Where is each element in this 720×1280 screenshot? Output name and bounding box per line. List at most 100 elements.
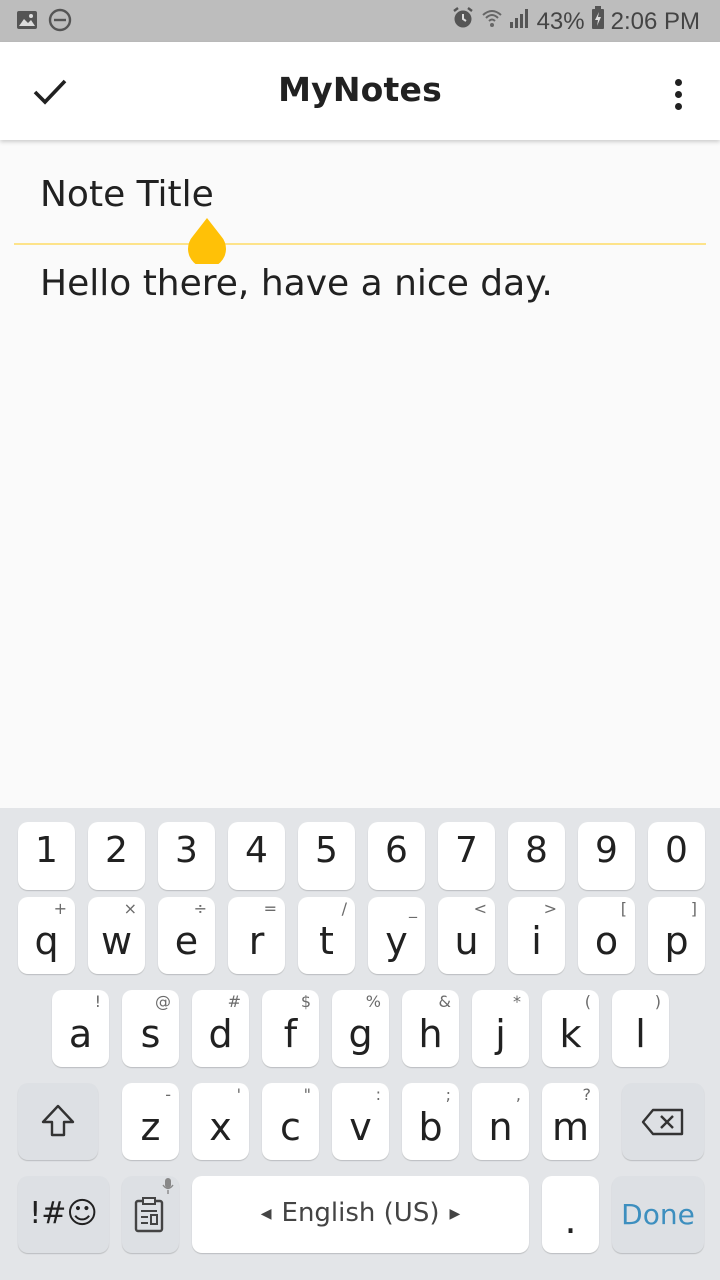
letter-key-i[interactable]: > i [508, 897, 565, 974]
battery-percent: 43% [536, 7, 585, 35]
mic-icon [162, 1178, 174, 1194]
letter-key-t[interactable]: / t [298, 897, 355, 974]
key-label: j [495, 1012, 506, 1056]
letter-key-m[interactable]: ? m [542, 1083, 599, 1160]
period-key[interactable]: . [542, 1176, 599, 1253]
key-label: q [34, 919, 59, 963]
number-key-0[interactable]: 0 [648, 822, 705, 890]
letter-key-g[interactable]: % g [332, 990, 389, 1067]
letter-key-y[interactable]: _ y [368, 897, 425, 974]
symbols-label: !#☺ [29, 1196, 98, 1231]
letter-key-w[interactable]: × w [88, 897, 145, 974]
key-hint: : [375, 1085, 381, 1104]
text-cursor-handle[interactable] [187, 218, 227, 268]
backspace-key[interactable] [622, 1083, 704, 1160]
letter-key-e[interactable]: ÷ e [158, 897, 215, 974]
key-label: t [319, 919, 334, 963]
number-key-7[interactable]: 7 [438, 822, 495, 890]
number-key-6[interactable]: 6 [368, 822, 425, 890]
key-hint: ÷ [193, 899, 207, 918]
number-key-8[interactable]: 8 [508, 822, 565, 890]
key-label: y [385, 919, 408, 963]
key-label: n [488, 1105, 513, 1149]
status-left [16, 8, 72, 37]
key-label: 1 [35, 830, 58, 871]
key-label: g [348, 1012, 373, 1056]
more-vert-icon [674, 78, 682, 86]
right-arrow-icon: ▶ [449, 1205, 461, 1222]
key-hint: [ [620, 899, 627, 918]
note-title-input[interactable]: Note Title [40, 174, 214, 215]
letter-key-o[interactable]: [o [578, 897, 635, 974]
letter-key-a[interactable]: ! a [52, 990, 109, 1067]
title-underline [14, 243, 706, 245]
done-key[interactable]: Done [612, 1176, 704, 1253]
shift-key[interactable] [18, 1083, 98, 1160]
key-label: l [635, 1012, 646, 1056]
letter-key-j[interactable]: * j [472, 990, 529, 1067]
key-hint: / [341, 899, 347, 918]
letter-key-z[interactable]: -z [122, 1083, 179, 1160]
letter-key-n[interactable]: ,n [472, 1083, 529, 1160]
signal-icon [509, 7, 531, 36]
number-key-1[interactable]: 1 [18, 822, 75, 890]
key-label: r [248, 919, 265, 963]
key-hint: * [513, 992, 521, 1011]
clipboard-key[interactable] [122, 1176, 179, 1253]
app-bar: MyNotes [0, 42, 720, 140]
letter-key-k[interactable]: (k [542, 990, 599, 1067]
key-label: v [349, 1105, 372, 1149]
key-label: i [531, 919, 542, 963]
key-label: 7 [455, 830, 478, 871]
wifi-icon [481, 7, 503, 36]
letter-key-p[interactable]: ] p [648, 897, 705, 974]
key-label: a [68, 1012, 93, 1056]
key-label: x [209, 1105, 232, 1149]
period-label: . [564, 1198, 577, 1242]
letter-key-s[interactable]: @ s [122, 990, 179, 1067]
soft-keyboard: !#☺ ◀ English (US) ▶ . Done 1 2 3 4 5 6 7 8 9 0 + q × w… [0, 808, 720, 1280]
left-arrow-icon: ◀ [260, 1205, 272, 1222]
backspace-icon [641, 1108, 684, 1136]
battery-charging-icon [591, 6, 605, 37]
number-key-4[interactable]: 4 [228, 822, 285, 890]
key-hint: - [165, 1085, 171, 1104]
space-key[interactable]: ◀ English (US) ▶ [192, 1176, 529, 1253]
letter-key-l[interactable]: ) l [612, 990, 669, 1067]
letter-key-h[interactable]: & h [402, 990, 459, 1067]
app-title: MyNotes [278, 70, 442, 109]
key-hint: @ [155, 992, 171, 1011]
letter-key-c[interactable]: " c [262, 1083, 319, 1160]
symbols-key[interactable]: !#☺ [18, 1176, 109, 1253]
image-icon [16, 10, 38, 35]
number-key-3[interactable]: 3 [158, 822, 215, 890]
letter-key-x[interactable]: ' x [192, 1083, 249, 1160]
key-label: o [594, 919, 619, 963]
key-hint: ) [654, 992, 661, 1011]
key-hint: ' [236, 1085, 241, 1104]
letter-key-v[interactable]: :v [332, 1083, 389, 1160]
key-label: z [140, 1105, 161, 1149]
key-hint: & [438, 992, 451, 1011]
number-key-5[interactable]: 5 [298, 822, 355, 890]
key-label: p [664, 919, 689, 963]
note-body-input[interactable]: Hello there, have a nice day. [40, 263, 553, 304]
key-hint: # [227, 992, 241, 1011]
key-label: k [559, 1012, 582, 1056]
key-label: h [418, 1012, 443, 1056]
key-label: c [280, 1105, 301, 1149]
key-label: 8 [525, 830, 548, 871]
key-hint: , [515, 1085, 521, 1104]
alarm-icon [451, 6, 475, 37]
number-key-2[interactable]: 2 [88, 822, 145, 890]
letter-key-b[interactable]: ; b [402, 1083, 459, 1160]
done-label: Done [621, 1198, 695, 1231]
letter-key-r[interactable]: = r [228, 897, 285, 974]
letter-key-d[interactable]: # d [192, 990, 249, 1067]
more-options-button[interactable] [660, 68, 696, 120]
number-key-9[interactable]: 9 [578, 822, 635, 890]
letter-key-u[interactable]: < u [438, 897, 495, 974]
letter-key-q[interactable]: + q [18, 897, 75, 974]
key-hint: ? [582, 1085, 592, 1104]
letter-key-f[interactable]: $ f [262, 990, 319, 1067]
